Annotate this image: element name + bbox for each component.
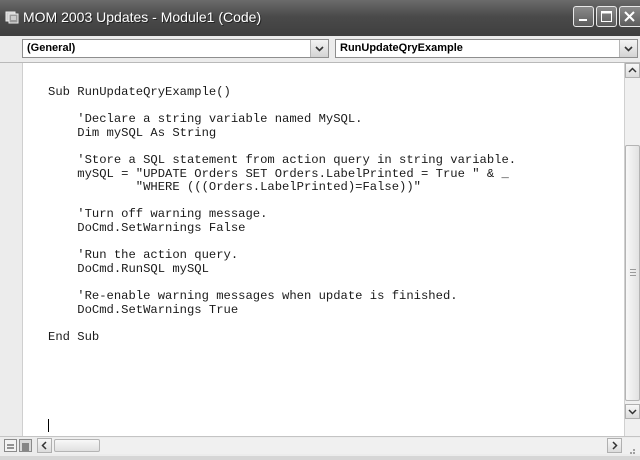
bottom-bar [0, 436, 640, 456]
code-line[interactable]: 'Turn off warning message. [48, 207, 267, 222]
maximize-button[interactable] [596, 6, 617, 27]
code-line[interactable]: End Sub [48, 330, 99, 344]
vertical-scrollbar[interactable] [624, 63, 640, 436]
code-line[interactable]: Sub RunUpdateQryExample() [48, 85, 231, 99]
code-window: MOM 2003 Updates - Module1 (Code) (Gener… [0, 0, 640, 456]
code-line[interactable]: "WHERE (((Orders.LabelPrinted)=False))" [48, 180, 421, 194]
horizontal-scrollbar[interactable] [37, 438, 640, 454]
chevron-down-icon [628, 409, 637, 415]
scroll-right-button[interactable] [607, 438, 622, 453]
full-module-view-icon [22, 443, 29, 451]
code-line[interactable]: 'Run the action query. [48, 248, 238, 262]
module-code-icon [5, 10, 19, 24]
full-module-view-button[interactable] [19, 439, 32, 452]
code-line[interactable]: 'Declare a string variable named MySQL. [48, 112, 362, 126]
procedure-combo-value: RunUpdateQryExample [340, 42, 463, 54]
window-title: MOM 2003 Updates - Module1 (Code) [23, 9, 262, 25]
scroll-left-button[interactable] [37, 438, 52, 453]
chevron-left-icon [41, 441, 47, 450]
maximize-icon [601, 11, 612, 22]
close-button[interactable] [619, 6, 640, 27]
code-editor[interactable]: Sub RunUpdateQryExample() 'Declare a str… [0, 63, 624, 436]
procedure-bar: (General) RunUpdateQryExample [0, 36, 640, 63]
horizontal-scroll-thumb[interactable] [54, 439, 100, 452]
minimize-icon [579, 19, 587, 21]
margin-indicator-bar[interactable] [0, 63, 23, 436]
code-line[interactable]: Dim mySQL As String [48, 126, 216, 140]
minimize-button[interactable] [573, 6, 594, 27]
vertical-scroll-thumb[interactable] [625, 145, 640, 401]
code-line[interactable]: DoCmd.RunSQL mySQL [48, 262, 209, 276]
title-bar[interactable]: MOM 2003 Updates - Module1 (Code) [0, 0, 640, 37]
chevron-up-icon [628, 67, 637, 73]
procedure-combo[interactable]: RunUpdateQryExample [335, 39, 638, 58]
scroll-up-button[interactable] [625, 63, 640, 78]
scroll-down-button[interactable] [625, 404, 640, 419]
object-combo[interactable]: (General) [22, 39, 329, 58]
resize-grip-icon[interactable] [625, 442, 637, 454]
object-combo-value: (General) [27, 42, 76, 54]
procedure-view-icon [7, 444, 14, 449]
code-line[interactable]: 'Store a SQL statement from action query… [48, 153, 516, 167]
close-icon [624, 11, 635, 22]
code-line[interactable]: DoCmd.SetWarnings False [48, 221, 245, 235]
chevron-right-icon [612, 441, 618, 450]
chevron-down-icon[interactable] [619, 40, 637, 57]
code-line[interactable]: 'Re-enable warning messages when update … [48, 289, 457, 303]
code-text[interactable]: Sub RunUpdateQryExample() 'Declare a str… [48, 85, 516, 344]
code-line[interactable]: mySQL = "UPDATE Orders SET Orders.LabelP… [48, 167, 509, 181]
chevron-down-icon[interactable] [310, 40, 328, 57]
code-line[interactable]: DoCmd.SetWarnings True [48, 303, 238, 317]
text-caret [48, 419, 49, 432]
procedure-view-button[interactable] [4, 439, 17, 452]
